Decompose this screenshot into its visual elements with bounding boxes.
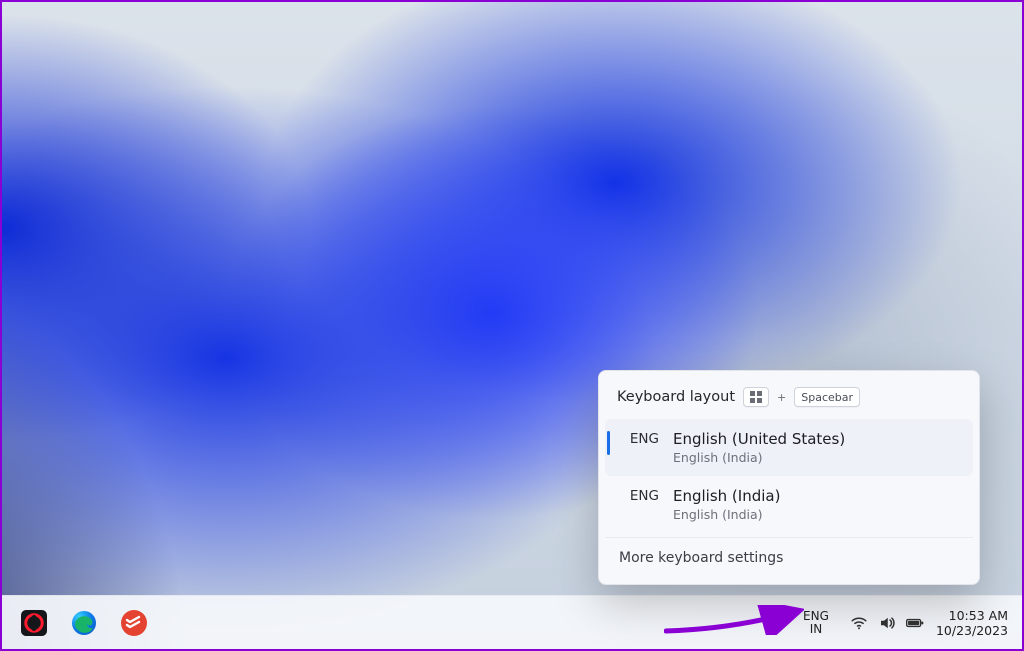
clock-date: 10/23/2023 (936, 623, 1008, 638)
win-key-icon (743, 387, 769, 407)
keyboard-layout-item[interactable]: ENG English (India)English (India) (605, 476, 973, 533)
taskbar-app-opera[interactable] (12, 602, 56, 644)
layout-code: ENG (613, 486, 659, 504)
layout-secondary-label: English (India) (673, 507, 780, 523)
flyout-header: Keyboard layout + Spacebar (605, 377, 973, 419)
taskbar-clock[interactable]: 10:53 AM 10/23/2023 (932, 608, 1012, 638)
annotation-arrow (664, 605, 804, 635)
taskbar-app-edge[interactable] (62, 602, 106, 644)
flyout-title: Keyboard layout (617, 389, 735, 405)
selection-indicator (607, 431, 610, 455)
system-tray[interactable] (846, 614, 926, 632)
layout-secondary-label: English (India) (673, 450, 845, 466)
layout-code: ENG (613, 429, 659, 447)
edge-icon (70, 609, 98, 637)
todoist-icon (120, 609, 148, 637)
opera-icon (20, 609, 48, 637)
more-keyboard-settings-label: More keyboard settings (619, 550, 783, 566)
layout-primary-label: English (India) (673, 486, 780, 506)
taskbar: ENG IN 10:53 AM 10/23/2023 (2, 595, 1022, 649)
keyboard-layout-flyout: Keyboard layout + Spacebar ENG English (U… (598, 370, 980, 585)
spacebar-keycap: Spacebar (794, 387, 860, 407)
keyboard-layout-item[interactable]: ENG English (United States)English (India… (605, 419, 973, 476)
shortcut-plus: + (777, 391, 786, 404)
battery-icon (906, 614, 924, 632)
wifi-icon (850, 614, 868, 632)
layout-primary-label: English (United States) (673, 429, 845, 449)
taskbar-app-todoist[interactable] (112, 602, 156, 644)
clock-time: 10:53 AM (936, 608, 1008, 623)
volume-icon (878, 614, 896, 632)
more-keyboard-settings-link[interactable]: More keyboard settings (605, 537, 973, 578)
